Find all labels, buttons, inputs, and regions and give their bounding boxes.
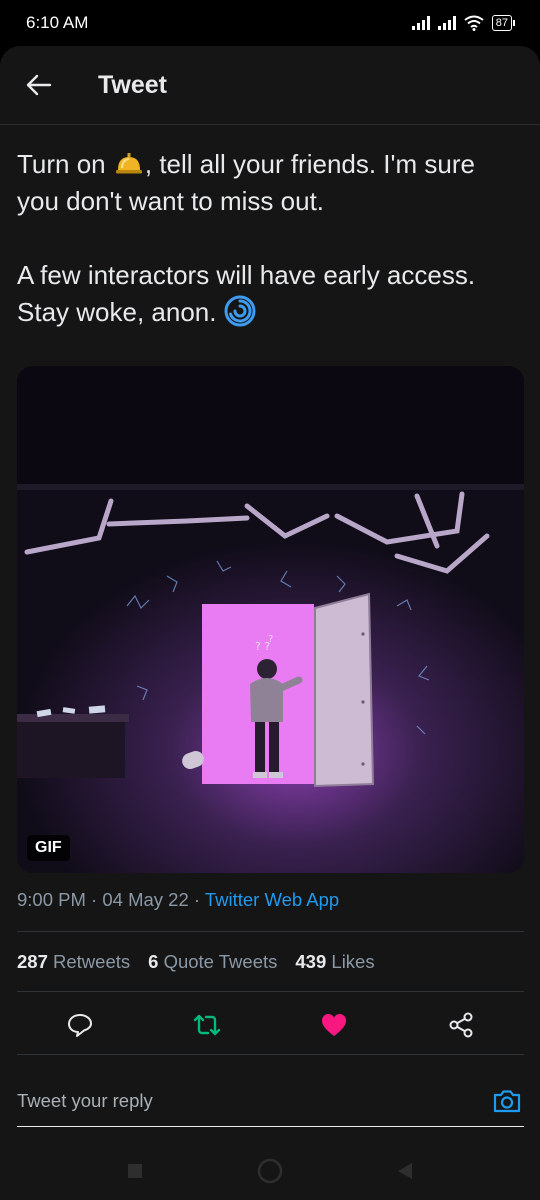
tweet-paragraph-1: Turn on , tell all your friends. I'm sur… xyxy=(17,146,517,220)
tweet-paragraph-2: A few interactors will have early access… xyxy=(17,257,517,331)
quote-tweets-label: Quote Tweets xyxy=(163,951,278,972)
tweet-date: 04 May 22 xyxy=(102,889,189,910)
recents-button[interactable] xyxy=(120,1156,150,1186)
bellhop-bell-icon xyxy=(115,153,142,174)
tweet-metadata: 9:00 PM · 04 May 22 · Twitter Web App xyxy=(17,889,339,911)
tweet-screen: Tweet Turn on , tell all your friends. I… xyxy=(0,46,540,1200)
share-icon xyxy=(449,1012,473,1038)
retweets-label: Retweets xyxy=(53,951,131,972)
back-arrow-icon xyxy=(26,74,52,96)
tweet-actions xyxy=(17,996,524,1054)
retweets-count: 287 xyxy=(17,951,48,972)
top-app-bar: Tweet xyxy=(0,46,540,125)
system-navigation-bar xyxy=(0,1141,540,1200)
retweets-stat[interactable]: 287 Retweets xyxy=(17,951,130,973)
like-button[interactable] xyxy=(314,1005,354,1045)
square-icon xyxy=(128,1163,142,1178)
likes-label: Likes xyxy=(331,951,375,972)
battery-icon: 87 xyxy=(491,15,516,31)
back-triangle-icon xyxy=(398,1162,412,1179)
svg-text:?: ? xyxy=(268,634,273,645)
retweet-icon xyxy=(193,1014,221,1036)
back-arrow-button[interactable] xyxy=(22,68,56,102)
share-button[interactable] xyxy=(441,1005,481,1045)
heart-icon xyxy=(321,1014,346,1036)
reply-icon xyxy=(68,1014,93,1037)
tweet-stats: 287 Retweets 6 Quote Tweets 439 Likes xyxy=(17,951,375,973)
wifi-icon xyxy=(464,15,484,31)
back-button[interactable] xyxy=(390,1156,420,1186)
circle-icon xyxy=(257,1158,283,1183)
camera-icon xyxy=(493,1090,521,1113)
page-title: Tweet xyxy=(98,70,167,99)
quote-tweets-count: 6 xyxy=(148,951,159,972)
likes-stat[interactable]: 439 Likes xyxy=(295,951,374,973)
meta-separator-1: · xyxy=(85,889,103,910)
tweet-source-link[interactable]: Twitter Web App xyxy=(205,889,339,910)
divider xyxy=(17,931,524,932)
gif-badge: GIF xyxy=(27,835,70,861)
divider xyxy=(17,1054,524,1055)
tweet-media-gif[interactable]: ? ? ? GIF xyxy=(17,366,524,873)
camera-button[interactable] xyxy=(490,1084,524,1118)
divider xyxy=(17,991,524,992)
status-time: 6:10 AM xyxy=(26,13,89,32)
reply-button[interactable] xyxy=(60,1005,100,1045)
tweet-text-part-1: Turn on xyxy=(17,149,113,179)
tweet-text: Turn on , tell all your friends. I'm sur… xyxy=(17,146,517,331)
reply-input[interactable] xyxy=(17,1090,457,1112)
cyclone-icon xyxy=(224,295,256,327)
quote-tweets-stat[interactable]: 6 Quote Tweets xyxy=(148,951,277,973)
home-button[interactable] xyxy=(255,1156,285,1186)
meta-separator-2: · xyxy=(188,889,205,910)
reply-bar xyxy=(17,1076,524,1127)
signal-icon-2 xyxy=(437,16,456,30)
retweet-button[interactable] xyxy=(187,1005,227,1045)
status-icons: 87 xyxy=(411,15,516,31)
gif-illustration: ? ? ? xyxy=(17,366,524,873)
signal-icon xyxy=(411,16,430,30)
likes-count: 439 xyxy=(295,951,327,972)
tweet-time: 9:00 PM xyxy=(17,889,86,910)
status-bar: 6:10 AM 87 xyxy=(0,0,540,46)
